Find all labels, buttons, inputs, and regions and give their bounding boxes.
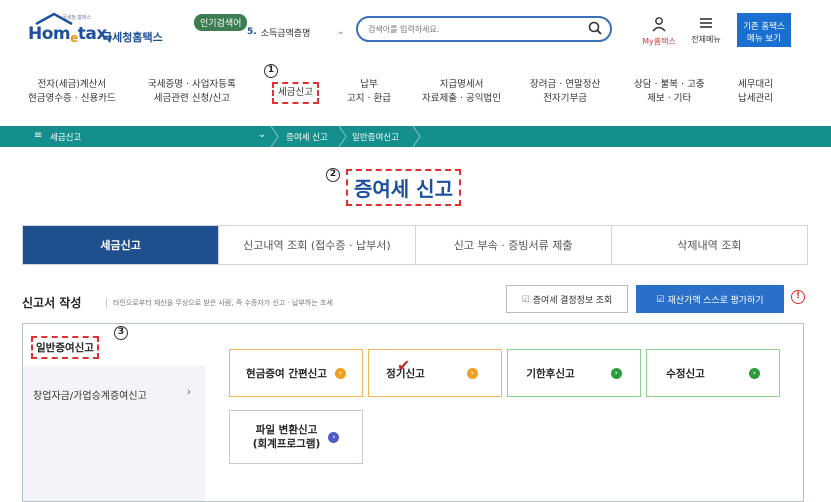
- all-menu-label: 전체메뉴: [691, 35, 721, 44]
- nav-item-payment[interactable]: 납부 고지 · 환급: [347, 78, 391, 106]
- tab-bar: 세금신고 신고내역 조회 (접수증 · 납부서) 신고 부속 · 증빙서류 제출…: [22, 225, 808, 265]
- my-hometax-label: My홈택스: [642, 37, 676, 46]
- nav-item-statements[interactable]: 지급명세서 자료제출 · 공익법인: [422, 78, 501, 106]
- arrow-right-icon: ›: [466, 367, 478, 379]
- popular-term: 소득금액증명: [260, 28, 311, 39]
- section-title: 신고서 작성: [22, 296, 82, 310]
- nav-item-consultation[interactable]: 상담 · 불복 · 고충 제보 · 기타: [634, 78, 705, 106]
- old-menu-button[interactable]: 기존 홈택스 메뉴 보기: [737, 13, 791, 47]
- chevron-down-icon[interactable]: ⌄: [258, 129, 266, 140]
- breadcrumb-root[interactable]: 세금신고: [50, 131, 81, 143]
- main-nav: 전자(세금)계산서 현금영수증 · 신용카드 국세증명 · 사업자등록 세금관련…: [0, 70, 831, 120]
- search-input[interactable]: [368, 22, 578, 36]
- checkmark-icon: ✔: [397, 356, 411, 375]
- section-description: 타인으로부터 재산을 무상으로 받은 사람, 즉 수증자가 신고 · 납부하는 …: [106, 298, 333, 308]
- logo-tagline: 국세청 홈택스: [62, 15, 92, 21]
- nav-item-e-invoice[interactable]: 전자(세금)계산서 현금영수증 · 신용카드: [28, 78, 116, 106]
- filing-sidebar: 일반증여신고 창업자금/가업승계증여신고 ›: [23, 324, 205, 501]
- card-cash-gift-simple[interactable]: 현금증여 간편신고 ›: [229, 349, 363, 397]
- popular-search-badge: 인기검색어: [194, 14, 248, 31]
- card-label: 기한후신고: [526, 367, 575, 380]
- nav-item-tax-agent[interactable]: 세무대리 납세관리: [738, 78, 773, 106]
- card-regular-filing[interactable]: ✔ 정기신고 ›: [368, 349, 502, 397]
- document-icon: ☑: [521, 293, 530, 304]
- step-marker-2: 2: [326, 168, 340, 182]
- arrow-right-icon: ›: [328, 431, 340, 443]
- card-file-conversion[interactable]: 파일 변환신고 (회계프로그램) ›: [229, 410, 363, 464]
- arrow-right-icon: ›: [748, 367, 760, 379]
- breadcrumb-separator-icon: [412, 126, 421, 147]
- filing-panel: 일반증여신고 창업자금/가업승계증여신고 › 현금증여 간편신고 › ✔ 정기신…: [22, 323, 804, 502]
- header: 국세청 홈택스 Hometax, 국세청홈택스 인기검색어 5. 소득금액증명 …: [0, 0, 831, 68]
- card-late-filing[interactable]: 기한후신고 ›: [507, 349, 641, 397]
- self-evaluate-label: 재산가액 스스로 평가하기: [667, 294, 764, 305]
- sidebar-item-label: 일반증여신고: [31, 336, 99, 359]
- popular-search-dropdown[interactable]: 5. 소득금액증명 ⌄: [247, 22, 347, 42]
- user-icon: [652, 17, 666, 32]
- document-icon: ☑: [656, 293, 665, 304]
- chevron-right-icon: ›: [186, 385, 191, 398]
- my-hometax-button[interactable]: My홈택스: [640, 16, 678, 47]
- logo-subtitle: 국세청홈택스: [102, 31, 163, 44]
- gift-tax-info-label: 증여세 결정정보 조회: [532, 294, 613, 305]
- self-evaluate-button[interactable]: ☑ 재산가액 스스로 평가하기: [636, 285, 784, 313]
- hometax-logo[interactable]: 국세청 홈택스 Hometax, 국세청홈택스: [28, 12, 163, 48]
- tab-tax-filing[interactable]: 세금신고: [23, 226, 220, 264]
- all-menu-button[interactable]: 전체메뉴: [684, 16, 728, 45]
- card-label: 수정신고: [666, 367, 705, 380]
- card-amended-filing[interactable]: 수정신고 ›: [646, 349, 780, 397]
- arrow-right-icon: ›: [334, 367, 346, 379]
- breadcrumb-separator-icon: [338, 126, 347, 147]
- card-label: 현금증여 간편신고: [246, 367, 327, 380]
- step-marker-3: 3: [114, 326, 128, 340]
- sidebar-item-startup-gift[interactable]: 창업자금/가업승계증여신고 ›: [23, 374, 205, 414]
- hamburger-icon: [700, 18, 712, 28]
- breadcrumb-level1[interactable]: 증여세 신고: [286, 131, 328, 143]
- tab-attachment-submit[interactable]: 신고 부속 · 증빙서류 제출: [415, 226, 612, 264]
- search-icon[interactable]: [588, 21, 602, 35]
- gift-tax-info-button[interactable]: ☑ 증여세 결정정보 조회: [506, 285, 628, 313]
- step-marker-1: 1: [264, 64, 278, 78]
- nav-item-tax-filing[interactable]: 세금신고: [272, 82, 319, 104]
- page-title: 증여세 신고: [346, 169, 461, 206]
- nav-item-certificate[interactable]: 국세증명 · 사업자등록 세금관련 신청/신고: [148, 78, 236, 106]
- nav-item-incentives[interactable]: 장려금 · 연말정산 전자기부금: [530, 78, 600, 106]
- sidebar-item-label: 창업자금/가업승계증여신고: [33, 391, 147, 402]
- card-label: 파일 변환신고 (회계프로그램): [252, 424, 321, 450]
- breadcrumb-separator-icon: [270, 126, 279, 147]
- info-icon[interactable]: !: [791, 290, 805, 304]
- tab-filing-history[interactable]: 신고내역 조회 (접수증 · 납부서): [219, 226, 416, 264]
- breadcrumb: ≡ 세금신고 ⌄ 증여세 신고 일반증여신고: [0, 126, 831, 147]
- arrow-right-icon: ›: [610, 367, 622, 379]
- breadcrumb-level2[interactable]: 일반증여신고: [352, 131, 399, 143]
- logo-wordmark: Hometax,: [28, 24, 113, 45]
- popular-rank: 5.: [247, 27, 257, 37]
- menu-icon[interactable]: ≡: [34, 130, 42, 141]
- search-box: [356, 16, 612, 42]
- chevron-down-icon: ⌄: [336, 26, 345, 37]
- tab-deleted-history[interactable]: 삭제내역 조회: [611, 226, 807, 264]
